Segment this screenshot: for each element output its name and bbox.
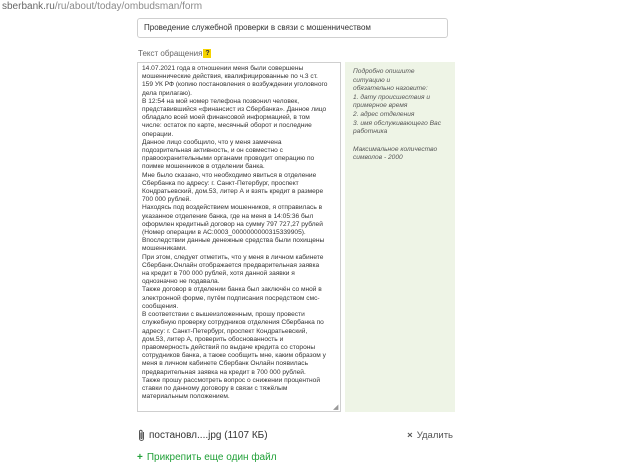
hint-item-1a: 1. дату происшествия и	[353, 93, 431, 101]
attachment-file-name[interactable]: постановл....jpg (1107 КБ)	[149, 429, 268, 443]
hint-item-3b: работника	[353, 128, 388, 136]
textarea-scrollbar[interactable]	[332, 64, 340, 410]
add-file-label: Прикрепить еще один файл	[146, 452, 277, 463]
url-path: /ru/about/today/ombudsman/form	[54, 1, 203, 12]
address-bar[interactable]: sberbank.ru/ru/about/today/ombudsman/for…	[0, 0, 640, 14]
plus-icon: +	[137, 452, 143, 463]
hint-gap	[353, 137, 447, 146]
url-host: sberbank.ru	[2, 1, 55, 12]
hint-item-2: 2. адрес отделения	[353, 110, 415, 118]
hint-limit-2: символов - 2000	[353, 154, 403, 162]
help-icon[interactable]: ?	[203, 49, 212, 58]
hint-panel: Подробно опишите ситуацию и обязательно …	[345, 62, 455, 412]
paperclip-icon	[139, 429, 144, 441]
hint-item-1b: примерное время	[353, 102, 408, 110]
resize-handle-icon[interactable]: ◢	[333, 404, 340, 411]
close-icon: ×	[407, 430, 413, 441]
message-textarea[interactable]: 14.07.2021 года в отношении меня были со…	[137, 62, 341, 412]
remove-label: Удалить	[416, 430, 453, 441]
add-file-link[interactable]: + Прикрепить еще один файл	[137, 452, 277, 464]
hint-intro-1: Подробно опишите ситуацию и	[353, 68, 415, 84]
message-label: Текст обращения?	[138, 49, 212, 58]
hint-intro-2: обязательно назовите:	[353, 85, 428, 93]
hint-item-3a: 3. имя обслуживающего Вас	[353, 119, 442, 127]
subject-input[interactable]	[137, 18, 448, 38]
message-label-text: Текст обращения	[138, 49, 203, 58]
hint-limit-1: Максимальное количество	[353, 145, 438, 153]
remove-attachment-button[interactable]: × Удалить	[407, 429, 453, 443]
attachment-row: постановл....jpg (1107 КБ) × Удалить	[137, 429, 453, 443]
